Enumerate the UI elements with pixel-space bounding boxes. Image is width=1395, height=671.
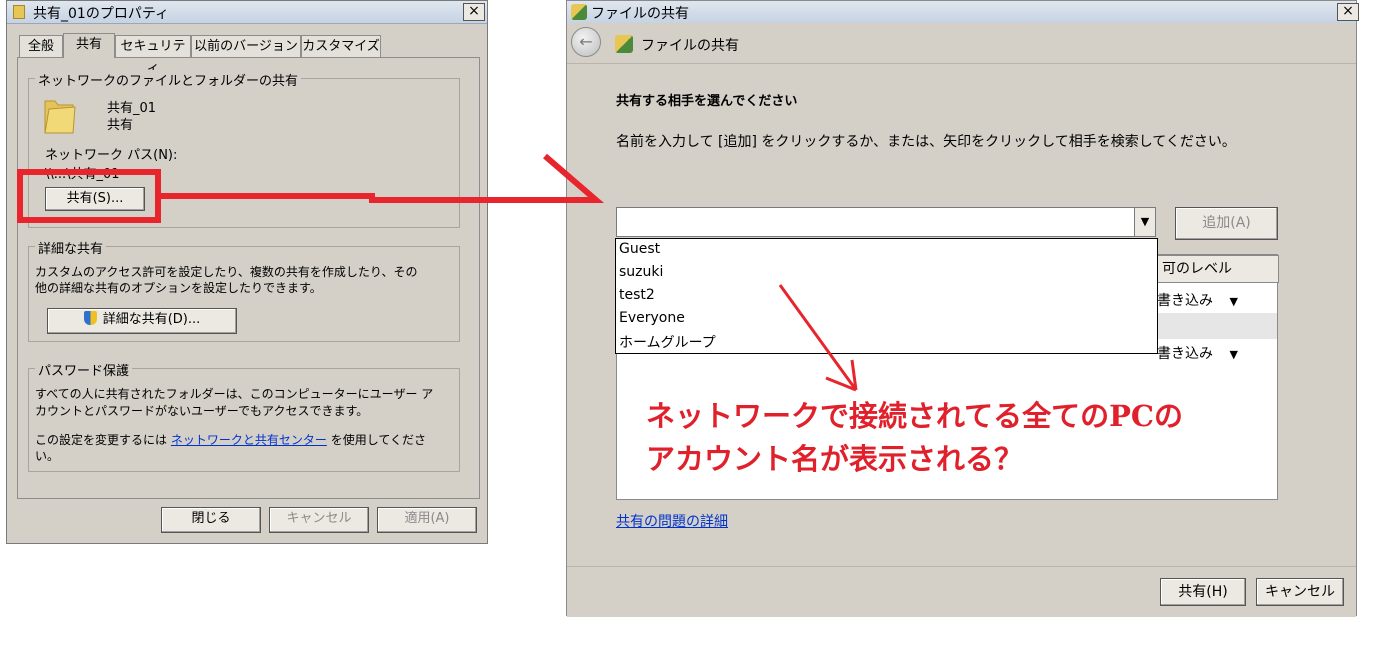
arrow-to-dropdown xyxy=(778,284,858,392)
highlight-box xyxy=(17,169,161,223)
annotation-line-2: アカウント名が表示される？ xyxy=(646,442,1024,476)
arrow-to-wizard xyxy=(158,153,605,203)
annotation-arrows xyxy=(17,153,858,392)
annotation-line-1: ネットワークで接続されてる全てのPCの xyxy=(646,399,1184,433)
